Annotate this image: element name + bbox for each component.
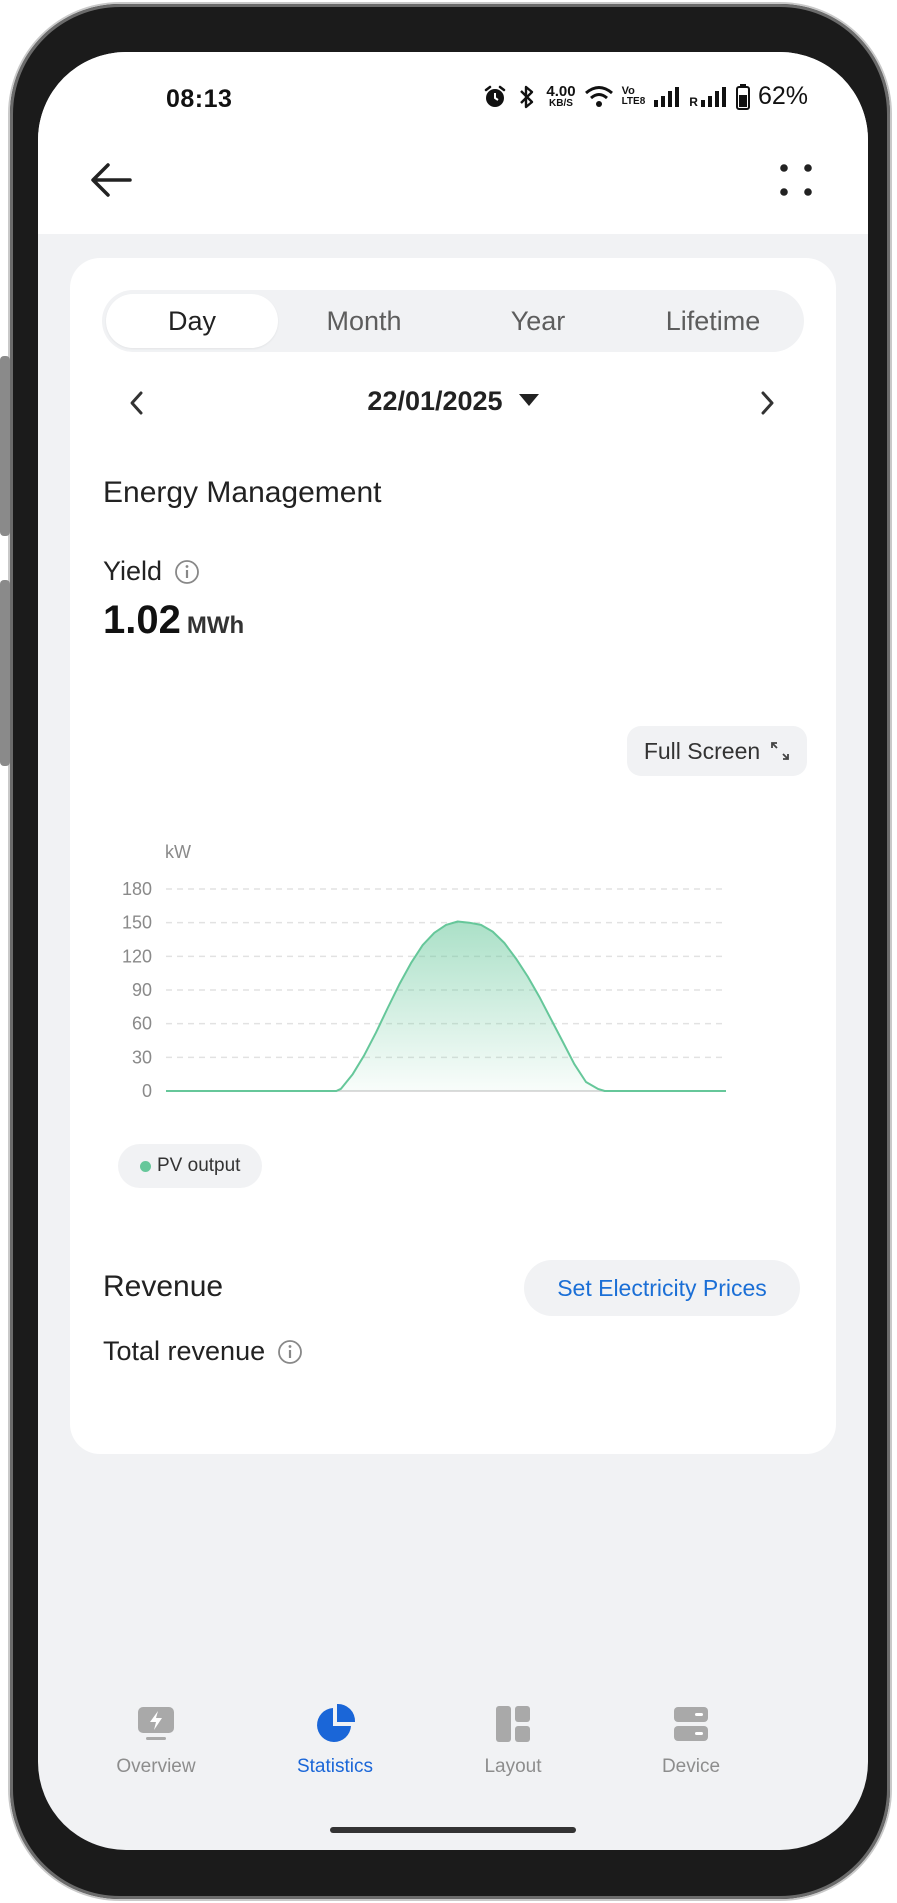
nav-overview[interactable]: Overview [86, 1702, 226, 1778]
signal-2-icon [700, 86, 726, 107]
pv-output-chart: kW 0306090120150180 00:0004:0008:0012:00… [122, 842, 726, 1098]
energy-management-title: Energy Management [103, 476, 382, 509]
yield-label: Yield [103, 556, 200, 587]
yield-label-text: Yield [103, 556, 163, 586]
y-tick-label: 90 [132, 980, 152, 1000]
info-icon[interactable] [174, 559, 200, 585]
total-revenue-label: Total revenue [103, 1336, 303, 1367]
info-icon[interactable] [277, 1339, 303, 1365]
home-indicator[interactable] [330, 1827, 576, 1833]
y-tick-label: 120 [122, 946, 152, 966]
chevron-right-icon[interactable] [752, 386, 782, 420]
nav-overview-label: Overview [116, 1756, 196, 1777]
y-tick-label: 180 [122, 879, 152, 899]
nav-device-label: Device [661, 1756, 721, 1777]
legend-dot [140, 1160, 151, 1172]
screen: 08:13 4.00 KB/S Vo LTE8 R 62% Day Month … [38, 52, 868, 1850]
wifi-icon [584, 85, 613, 107]
tab-day[interactable]: Day [106, 294, 278, 348]
bluetooth-icon [520, 85, 534, 108]
nav-statistics-label: Statistics [296, 1756, 374, 1777]
y-tick-label: 30 [132, 1047, 152, 1067]
nav-layout[interactable]: Layout [443, 1702, 583, 1778]
back-arrow-icon[interactable] [86, 155, 136, 205]
y-tick-label: 0 [142, 1081, 152, 1098]
date-navigator: 22/01/2025 [102, 378, 804, 428]
nav-statistics[interactable]: Statistics [265, 1702, 405, 1778]
set-electricity-prices-button[interactable]: Set Electricity Prices [524, 1260, 800, 1316]
bottom-navigation: Overview Statistics Layout Device [38, 1702, 868, 1812]
full-screen-button[interactable]: Full Screen [627, 726, 807, 776]
battery-percent: 62% [757, 82, 808, 110]
yield-value: 1.02 MWh [103, 598, 244, 643]
grid-layout-icon [496, 1706, 530, 1742]
volte-badge: Vo LTE8 [622, 86, 646, 107]
four-dots-icon[interactable] [776, 160, 816, 200]
net-speed: 4.00 KB/S [546, 84, 575, 109]
volte-bottom: LTE8 [621, 96, 646, 107]
full-screen-label: Full Screen [643, 737, 761, 764]
statistics-card: Day Month Year Lifetime 22/01/2025 Energ… [70, 258, 836, 1454]
y-unit-label: kW [165, 842, 191, 862]
status-icons: 4.00 KB/S Vo LTE8 R 62% [482, 82, 808, 111]
legend-pv-output[interactable]: PV output [118, 1144, 263, 1188]
tab-year[interactable]: Year [452, 294, 624, 348]
period-tabs: Day Month Year Lifetime [102, 290, 804, 352]
app-header: 08:13 4.00 KB/S Vo LTE8 R 62% [38, 52, 868, 234]
yield-unit: MWh [186, 612, 245, 639]
series-area [166, 921, 726, 1091]
expand-icon [771, 742, 790, 760]
total-revenue-text: Total revenue [103, 1336, 266, 1366]
caret-down-icon [518, 393, 539, 406]
date-value: 22/01/2025 [367, 386, 503, 416]
status-time: 08:13 [166, 85, 233, 113]
date-selector[interactable]: 22/01/2025 [102, 386, 804, 417]
battery-icon [735, 83, 750, 110]
roaming-indicator: R [689, 95, 698, 109]
volume-button [0, 356, 10, 536]
net-speed-unit: KB/S [549, 98, 573, 109]
y-tick-label: 150 [122, 913, 152, 933]
monitor-bolt-icon [138, 1707, 174, 1740]
power-button [0, 580, 10, 766]
revenue-title: Revenue [103, 1270, 224, 1303]
y-tick-label: 60 [132, 1014, 152, 1034]
tab-month[interactable]: Month [278, 294, 450, 348]
net-speed-value: 4.00 [546, 83, 576, 100]
yield-number: 1.02 [103, 598, 181, 642]
nav-device[interactable]: Device [621, 1702, 761, 1778]
tab-lifetime[interactable]: Lifetime [626, 294, 800, 348]
legend-label: PV output [157, 1155, 241, 1176]
server-icon [674, 1707, 708, 1741]
nav-layout-label: Layout [484, 1756, 542, 1777]
pie-chart-icon [317, 1703, 356, 1742]
alarm-icon [485, 85, 506, 107]
signal-icon [654, 86, 680, 107]
